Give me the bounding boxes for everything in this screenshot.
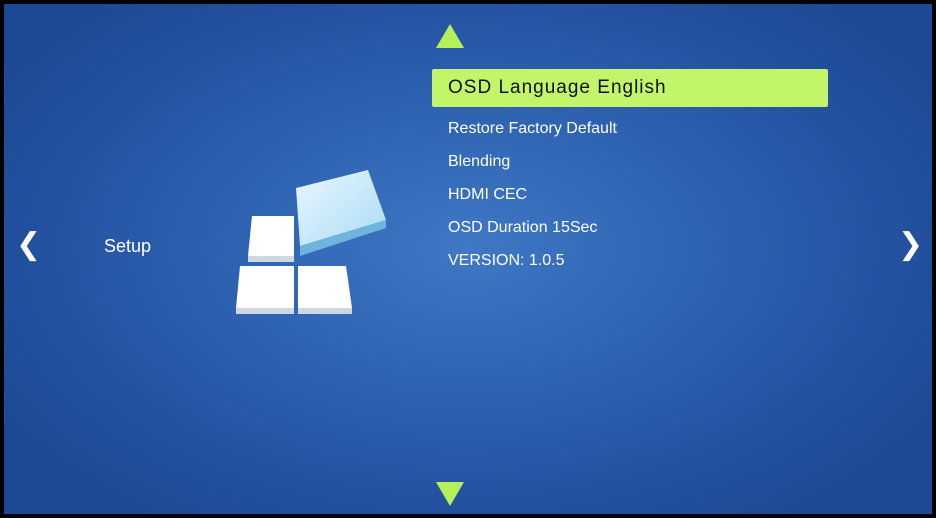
triangle-down-icon[interactable] [436, 482, 464, 506]
setup-menu: OSD Language English Restore Factory Def… [432, 69, 828, 277]
triangle-up-icon[interactable] [436, 24, 464, 48]
menu-item-blending[interactable]: Blending [432, 145, 828, 178]
chevron-right-icon[interactable]: ❯ [898, 227, 923, 263]
osd-screen: ❮ Setup OSD Language English Restore Fac… [4, 4, 932, 514]
menu-item-osd-duration[interactable]: OSD Duration 15Sec [432, 211, 828, 244]
menu-item-restore-factory-default[interactable]: Restore Factory Default [432, 112, 828, 145]
menu-item-hdmi-cec[interactable]: HDMI CEC [432, 178, 828, 211]
menu-item-osd-language[interactable]: OSD Language English [432, 69, 828, 107]
category-label: Setup [104, 236, 152, 256]
setup-blocks-icon [236, 170, 386, 314]
menu-item-version: VERSION: 1.0.5 [448, 252, 565, 269]
chevron-left-icon[interactable]: ❮ [16, 227, 41, 263]
